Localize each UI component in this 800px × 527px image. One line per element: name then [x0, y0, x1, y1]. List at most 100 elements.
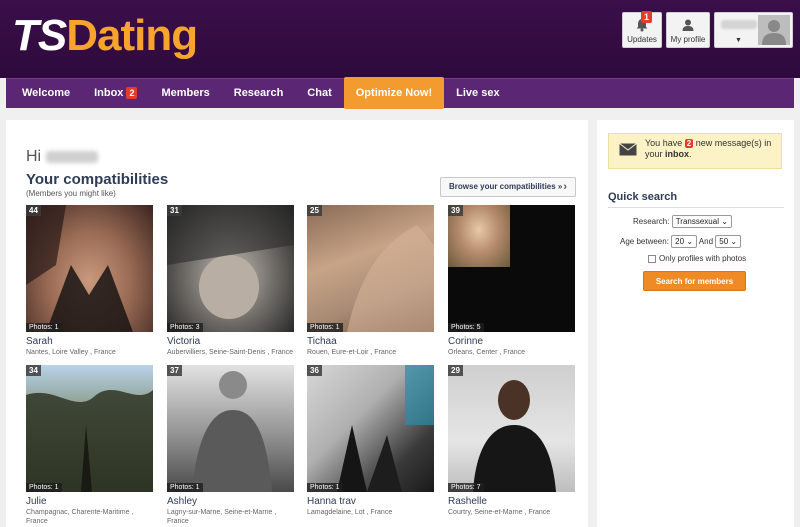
nav-chat-label: Chat [307, 87, 332, 99]
member-photo-count: Photos: 7 [448, 483, 484, 492]
member-location: Orleans, Center , France [448, 349, 526, 356]
inbox-link[interactable]: inbox [665, 149, 689, 159]
member-card[interactable]: 44 Photos: 1 Sarah Nantes, Loire Valley … [26, 205, 153, 357]
age-max-select[interactable]: 50 ⌄ [715, 235, 742, 248]
username-blurred [721, 20, 757, 29]
member-card[interactable]: 34 Photos: 1 Julie Champagnac, Charente-… [26, 365, 153, 526]
greeting-text: Hi [26, 148, 42, 165]
nav-members[interactable]: Members [149, 79, 221, 109]
member-photo-count: Photos: 3 [167, 323, 203, 332]
divider [608, 207, 784, 208]
nav-live-sex-label: Live sex [456, 87, 500, 99]
chevron-down-icon: ▼ [735, 37, 742, 44]
member-photo[interactable]: 34 Photos: 1 [26, 365, 153, 492]
member-location: Lagny-sur-Marne, Seine-et-Marne , France [167, 509, 277, 525]
member-photo[interactable]: 29 Photos: 7 [448, 365, 575, 492]
member-age: 39 [448, 205, 463, 216]
member-name[interactable]: Rashelle [448, 496, 575, 507]
photo-art [337, 365, 434, 492]
member-location: Lamagdelaine, Lot , France [307, 509, 393, 516]
member-card[interactable]: 39 Photos: 5 Corinne Orleans, Center , F… [448, 205, 575, 357]
envelope-icon [619, 143, 637, 156]
member-name[interactable]: Corinne [448, 336, 575, 347]
sidebar: You have 2 new message(s) in your inbox.… [597, 120, 794, 527]
member-photo[interactable]: 37 Photos: 1 [167, 365, 294, 492]
nav-welcome[interactable]: Welcome [6, 79, 82, 109]
member-name[interactable]: Ashley [167, 496, 294, 507]
new-messages-notice: You have 2 new message(s) in your inbox. [608, 133, 782, 169]
research-select[interactable]: Transsexual ⌄ [671, 215, 732, 228]
age-min-value: 20 [675, 237, 685, 246]
logo-ts: TS [12, 11, 67, 60]
nav-research[interactable]: Research [222, 79, 296, 109]
chevron-down-icon: ⌄ [721, 217, 728, 226]
updates-button[interactable]: 1 Updates [622, 11, 662, 48]
member-card[interactable]: 25 Photos: 1 Tichaa Rouen, Eure-et-Loir … [307, 205, 434, 357]
my-profile-button[interactable]: My profile [666, 12, 710, 48]
photo-art [347, 225, 434, 332]
nav-optimize-label: Optimize Now! [355, 87, 433, 99]
member-name[interactable]: Julie [26, 496, 153, 507]
member-location: Nantes, Loire Valley , France [26, 349, 116, 356]
member-location: Champagnac, Charente-Maritime , France [26, 509, 134, 525]
member-age: 36 [307, 365, 322, 376]
account-menu[interactable]: ▼ [714, 12, 793, 48]
member-photo-count: Photos: 1 [307, 323, 343, 332]
nav-chat[interactable]: Chat [295, 79, 343, 109]
site-logo[interactable]: TSDating [12, 10, 198, 62]
member-name[interactable]: Tichaa [307, 336, 434, 347]
member-card[interactable]: 36 Photos: 1 Hanna trav Lamagdelaine, Lo… [307, 365, 434, 517]
member-name[interactable]: Hanna trav [307, 496, 434, 507]
chevron-down-icon: ⌄ [730, 237, 738, 246]
member-photo[interactable]: 31 Photos: 3 [167, 205, 294, 332]
age-min-select[interactable]: 20 ⌄ [671, 235, 698, 248]
nav-inbox[interactable]: Inbox 2 [82, 79, 149, 109]
search-members-button[interactable]: Search for members [643, 271, 746, 291]
page-subtitle: (Members you might like) [26, 189, 116, 198]
logo-dating: Dating [66, 11, 198, 60]
member-age: 44 [26, 205, 41, 216]
age-row: Age between: 20 ⌄ And 50 ⌄ [620, 235, 742, 248]
member-name[interactable]: Victoria [167, 336, 294, 347]
photo-art [192, 371, 272, 492]
member-name[interactable]: Sarah [26, 336, 153, 347]
member-photo[interactable]: 36 Photos: 1 [307, 365, 434, 492]
user-icon [682, 19, 694, 31]
member-age: 29 [448, 365, 463, 376]
page-title: Your compatibilities [26, 171, 169, 188]
photos-only-row[interactable]: Only profiles with photos [648, 254, 746, 263]
age-label: Age between: [620, 237, 669, 246]
nav-optimize-now[interactable]: Optimize Now! [343, 77, 445, 109]
photos-only-checkbox[interactable] [648, 254, 656, 263]
browse-label: Browse your compatibilities » [449, 182, 563, 191]
main-content: Hi Your compatibilities (Members you mig… [6, 120, 588, 527]
photo-art [473, 380, 556, 492]
msg-text-end: . [689, 149, 692, 159]
member-card[interactable]: 37 Photos: 1 Ashley Lagny-sur-Marne, Sei… [167, 365, 294, 526]
member-photo-count: Photos: 5 [448, 323, 484, 332]
nav-inbox-label: Inbox [94, 87, 124, 99]
member-photo[interactable]: 44 Photos: 1 [26, 205, 153, 332]
member-photo-count: Photos: 1 [307, 483, 343, 492]
member-photo-count: Photos: 1 [26, 323, 62, 332]
main-nav: Welcome Inbox 2 Members Research Chat Opt… [6, 77, 794, 109]
my-profile-label: My profile [670, 35, 706, 44]
nav-welcome-label: Welcome [22, 87, 71, 99]
nav-live-sex[interactable]: Live sex [444, 79, 511, 109]
member-card[interactable]: 31 Photos: 3 Victoria Aubervilliers, Sei… [167, 205, 294, 357]
photo-art [26, 205, 133, 332]
and-label: And [698, 237, 714, 246]
browse-compatibilities-button[interactable]: Browse your compatibilities » › [440, 177, 576, 197]
member-card[interactable]: 29 Photos: 7 Rashelle Courtry, Seine-et-… [448, 365, 575, 517]
age-max-value: 50 [719, 237, 729, 246]
research-label: Research: [633, 217, 670, 226]
member-location: Courtry, Seine-et-Marne , France [448, 509, 551, 516]
site-header: TSDating 1 Updates My profile ▼ [0, 0, 800, 78]
greeting-name-blurred [45, 150, 98, 163]
member-photo[interactable]: 25 Photos: 1 [307, 205, 434, 332]
msg-count-badge: 2 [684, 139, 694, 148]
greeting: Hi [26, 148, 98, 166]
member-age: 34 [26, 365, 41, 376]
member-photo[interactable]: 39 Photos: 5 [448, 205, 575, 332]
chevron-down-icon: ⌄ [686, 237, 694, 246]
